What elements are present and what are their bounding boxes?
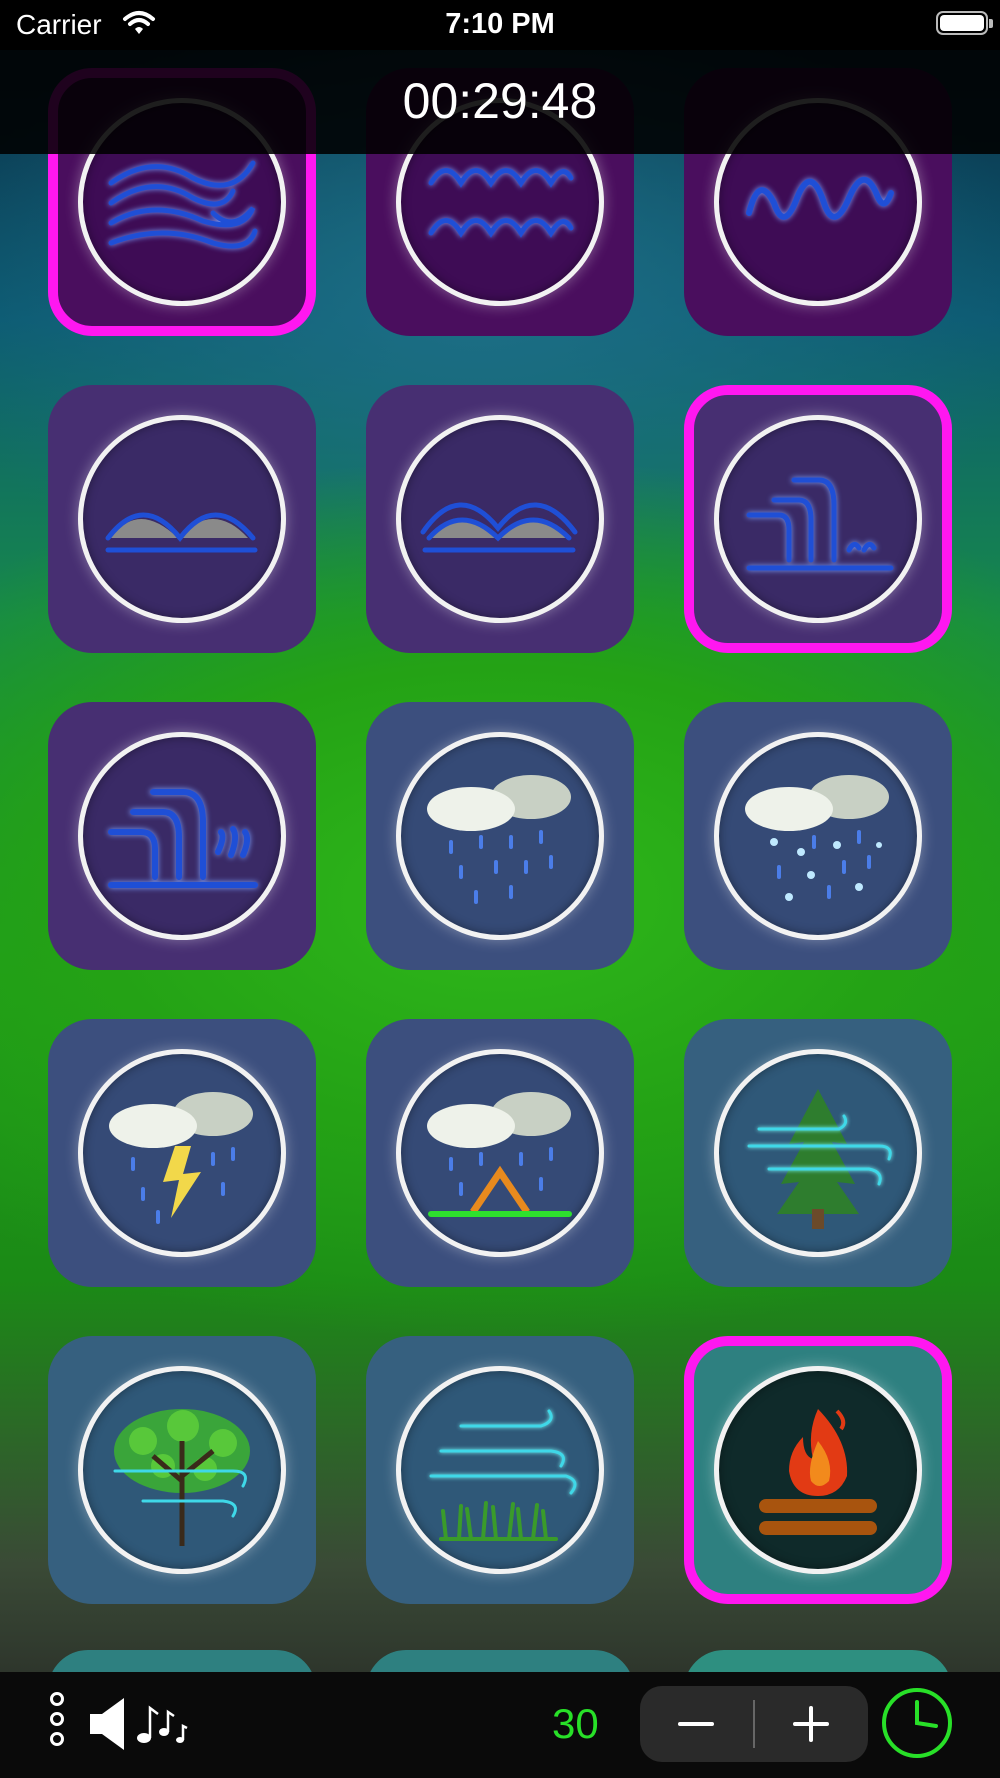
status-time: 7:10 PM — [445, 8, 555, 40]
grass-wind-icon — [429, 1409, 577, 1541]
river-stones-icon — [420, 502, 578, 553]
tile-thunderstorm[interactable] — [48, 1019, 316, 1287]
plus-icon — [793, 1706, 829, 1742]
tile-rain-on-tent[interactable] — [366, 1019, 634, 1287]
tile-rain[interactable] — [366, 702, 634, 970]
large-waterfall-icon — [108, 789, 258, 888]
tile-wind-in-grass[interactable] — [366, 1336, 634, 1604]
tile-wind-in-pines[interactable] — [684, 1019, 952, 1287]
tile-rain-and-snow[interactable] — [684, 702, 952, 970]
tree-wind-icon — [113, 1409, 250, 1546]
tent-rain-icon — [427, 1092, 572, 1217]
tile-wind-in-trees[interactable] — [48, 1336, 316, 1604]
tile-large-waterfall[interactable] — [48, 702, 316, 970]
music-notes-icon[interactable] — [136, 1700, 188, 1751]
countdown-timer: 00:29:48 — [402, 73, 598, 129]
rain-icon — [427, 775, 571, 904]
speaker-icon[interactable] — [88, 1696, 128, 1757]
battery-icon — [936, 11, 993, 35]
bottom-toolbar: 30 — [0, 1672, 1000, 1778]
more-vertical-icon[interactable] — [50, 1692, 70, 1762]
tile-campfire[interactable] — [684, 1336, 952, 1604]
brook-stones-icon — [105, 512, 258, 553]
pine-wind-icon — [747, 1089, 892, 1229]
plus-button[interactable] — [755, 1686, 868, 1762]
timer-header: 00:29:48 — [0, 50, 1000, 154]
status-bar: Carrier 7:10 PM — [0, 0, 1000, 50]
sound-count: 30 — [552, 1700, 599, 1747]
tile-river-stones[interactable] — [366, 385, 634, 653]
waterfall-icon — [746, 477, 894, 571]
tile-waterfall[interactable] — [684, 385, 952, 653]
thunderstorm-icon — [109, 1092, 253, 1224]
minus-button[interactable] — [640, 1686, 753, 1762]
tile-brook-stones[interactable] — [48, 385, 316, 653]
sleet-icon — [745, 775, 889, 901]
volume-stepper[interactable] — [640, 1686, 868, 1762]
clock-icon[interactable] — [880, 1686, 954, 1765]
minus-icon — [678, 1722, 714, 1726]
campfire-icon — [759, 1409, 877, 1535]
